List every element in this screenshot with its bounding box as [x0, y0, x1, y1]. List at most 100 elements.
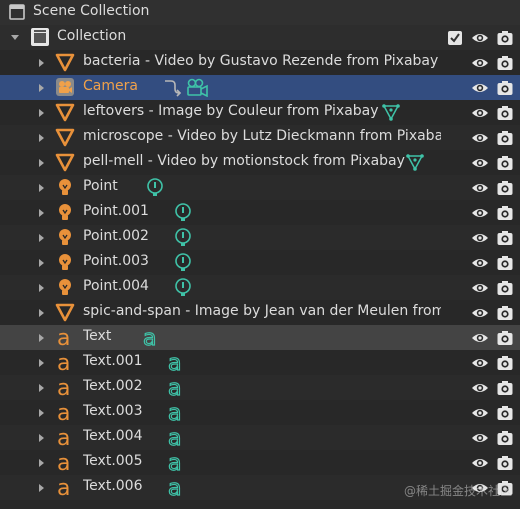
outliner-row[interactable]: Point	[0, 175, 520, 200]
expand-arrow-icon[interactable]	[36, 183, 46, 193]
outliner-row[interactable]: microscope - Video by Lutz Dieckmann fro…	[0, 125, 520, 150]
eye-icon[interactable]	[471, 329, 489, 347]
outliner-row[interactable]: Point.002	[0, 225, 520, 250]
render-camera-icon[interactable]	[496, 279, 514, 297]
empty-data-icon[interactable]	[405, 152, 425, 172]
render-camera-icon[interactable]	[496, 79, 514, 97]
render-camera-icon[interactable]	[496, 204, 514, 222]
expand-arrow-icon[interactable]	[36, 483, 46, 493]
image-empty-icon	[55, 102, 75, 122]
expand-arrow-icon[interactable]	[36, 58, 46, 68]
render-camera-icon[interactable]	[496, 329, 514, 347]
outliner-row[interactable]: a Text.003 a	[0, 400, 520, 427]
eye-icon[interactable]	[471, 254, 489, 272]
text-data-icon[interactable]: a	[166, 450, 186, 476]
outliner-row[interactable]: a Text a	[0, 325, 520, 352]
expand-arrow-icon[interactable]	[36, 383, 46, 393]
row-label-clip: Camera	[83, 75, 441, 100]
row-label-clip: microscope - Video by Lutz Dieckmann fro…	[83, 125, 441, 150]
text-data-icon[interactable]: a	[166, 425, 186, 451]
row-toggles	[471, 50, 514, 75]
eye-icon[interactable]	[471, 104, 489, 122]
expand-arrow-icon[interactable]	[36, 308, 46, 318]
light-data-icon[interactable]	[145, 177, 165, 197]
expand-arrow-icon[interactable]	[36, 158, 46, 168]
row-toggles	[471, 225, 514, 250]
render-camera-icon[interactable]	[496, 54, 514, 72]
eye-icon[interactable]	[471, 279, 489, 297]
outliner-row[interactable]: leftovers - Image by Couleur from Pixaba…	[0, 100, 520, 125]
outliner-row[interactable]: Point.003	[0, 250, 520, 275]
checkbox-icon[interactable]	[446, 29, 464, 47]
eye-icon[interactable]	[471, 404, 489, 422]
outliner-row[interactable]: spic-and-span - Image by Jean van der Me…	[0, 300, 520, 325]
expand-arrow-icon[interactable]	[36, 133, 46, 143]
eye-icon[interactable]	[471, 129, 489, 147]
eye-icon[interactable]	[471, 379, 489, 397]
expand-arrow-icon[interactable]	[36, 208, 46, 218]
row-label-clip: Text.005	[83, 450, 441, 475]
svg-text:a: a	[57, 452, 70, 472]
eye-icon[interactable]	[471, 29, 489, 47]
render-camera-icon[interactable]	[496, 154, 514, 172]
expand-arrow-icon[interactable]	[36, 283, 46, 293]
render-camera-icon[interactable]	[496, 229, 514, 247]
text-data-icon[interactable]: a	[166, 475, 186, 501]
expand-arrow-icon[interactable]	[36, 458, 46, 468]
eye-icon[interactable]	[471, 454, 489, 472]
light-data-icon[interactable]	[173, 277, 193, 297]
expand-arrow-icon[interactable]	[36, 258, 46, 268]
expand-arrow-icon[interactable]	[10, 32, 20, 42]
expand-arrow-icon[interactable]	[36, 233, 46, 243]
outliner-row[interactable]: a Text.002 a	[0, 375, 520, 402]
collection-row[interactable]: Collection	[0, 25, 520, 50]
outliner-row[interactable]: bacteria - Video by Gustavo Rezende from…	[0, 50, 520, 75]
outliner-row[interactable]: a Text.001 a	[0, 350, 520, 377]
text-data-icon[interactable]: a	[166, 350, 186, 376]
expand-arrow-icon[interactable]	[36, 358, 46, 368]
eye-icon[interactable]	[471, 179, 489, 197]
outliner-row[interactable]: a Text.005 a	[0, 450, 520, 477]
light-data-icon[interactable]	[173, 202, 193, 222]
render-camera-icon[interactable]	[496, 404, 514, 422]
empty-data-icon[interactable]	[381, 102, 401, 122]
expand-arrow-icon[interactable]	[36, 108, 46, 118]
expand-arrow-icon[interactable]	[36, 83, 46, 93]
outliner-row[interactable]: Point.001	[0, 200, 520, 225]
svg-text:a: a	[168, 376, 181, 398]
outliner-row[interactable]: Point.004	[0, 275, 520, 300]
eye-icon[interactable]	[471, 204, 489, 222]
outliner-row[interactable]: Camera	[0, 75, 520, 100]
camera-data-icon[interactable]	[163, 77, 211, 98]
text-data-icon[interactable]: a	[141, 325, 161, 351]
render-camera-icon[interactable]	[496, 104, 514, 122]
render-camera-icon[interactable]	[496, 379, 514, 397]
eye-icon[interactable]	[471, 54, 489, 72]
row-toggles	[471, 375, 514, 400]
eye-icon[interactable]	[471, 429, 489, 447]
expand-arrow-icon[interactable]	[36, 333, 46, 343]
outliner-row[interactable]: pell-mell - Video by motionstock from Pi…	[0, 150, 520, 175]
render-camera-icon[interactable]	[496, 129, 514, 147]
eye-icon[interactable]	[471, 79, 489, 97]
render-camera-icon[interactable]	[496, 429, 514, 447]
eye-icon[interactable]	[471, 304, 489, 322]
light-data-icon[interactable]	[173, 252, 193, 272]
expand-arrow-icon[interactable]	[36, 408, 46, 418]
light-data-icon[interactable]	[173, 227, 193, 247]
render-camera-icon[interactable]	[496, 454, 514, 472]
render-camera-icon[interactable]	[496, 354, 514, 372]
scene-collection-row[interactable]: Scene Collection	[0, 0, 520, 25]
expand-arrow-icon[interactable]	[36, 433, 46, 443]
render-camera-icon[interactable]	[496, 179, 514, 197]
text-data-icon[interactable]: a	[166, 400, 186, 426]
eye-icon[interactable]	[471, 354, 489, 372]
eye-icon[interactable]	[471, 229, 489, 247]
eye-icon[interactable]	[471, 154, 489, 172]
text-data-icon[interactable]: a	[166, 375, 186, 401]
render-camera-icon[interactable]	[496, 304, 514, 322]
render-camera-icon[interactable]	[496, 29, 514, 47]
render-camera-icon[interactable]	[496, 254, 514, 272]
outliner-row[interactable]: a Text.004 a	[0, 425, 520, 452]
object-name-label: microscope - Video by Lutz Dieckmann fro…	[83, 128, 441, 144]
